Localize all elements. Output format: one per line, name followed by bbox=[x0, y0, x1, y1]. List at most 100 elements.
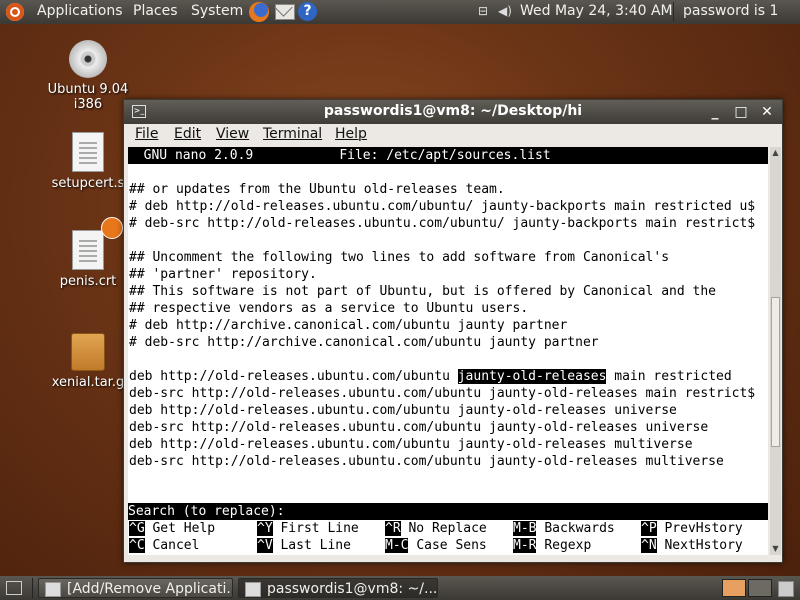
shortcut-get-help: ^G Get Help bbox=[129, 520, 215, 537]
terminal-line: # deb http://old-releases.ubuntu.com/ubu… bbox=[129, 198, 755, 215]
trash-icon[interactable] bbox=[778, 581, 794, 597]
shortcut-key: ^N bbox=[641, 538, 657, 553]
desktop-icon-label: xenial.tar.g bbox=[51, 375, 125, 390]
terminal-window: >_ passwordis1@vm8: ~/Desktop/hi _ □ ✕ F… bbox=[123, 99, 783, 563]
shortcut-label: Backwards bbox=[544, 521, 615, 536]
shortcut-key: ^V bbox=[257, 538, 273, 553]
desktop-icon-label: Ubuntu 9.04 i386 bbox=[47, 82, 129, 112]
line-text: ## respective vendors as a service to Ub… bbox=[129, 301, 529, 316]
taskbar-add-remove[interactable]: [Add/Remove Applicati... bbox=[38, 578, 233, 598]
script-icon bbox=[72, 132, 104, 172]
workspace-1[interactable] bbox=[722, 579, 746, 597]
line-text: # deb-src http://archive.canonical.com/u… bbox=[129, 335, 599, 350]
line-text: deb http://old-releases.ubuntu.com/ubunt… bbox=[129, 437, 693, 452]
shortcut-label: NextHstory bbox=[664, 538, 743, 553]
minimize-button[interactable]: _ bbox=[706, 103, 724, 121]
shortcut-backwards: M-B Backwards bbox=[513, 520, 615, 537]
scroll-down-icon[interactable]: ▼ bbox=[771, 544, 780, 554]
shortcut-key: ^Y bbox=[257, 521, 273, 536]
top-panel: Applications Places System ? ⊟ ◀) Wed Ma… bbox=[0, 0, 800, 24]
shortcut-first-line: ^Y First Line bbox=[257, 520, 359, 537]
maximize-button[interactable]: □ bbox=[732, 103, 750, 121]
line-text: # deb http://old-releases.ubuntu.com/ubu… bbox=[129, 199, 756, 214]
places-menu[interactable]: Places bbox=[133, 3, 178, 19]
shortcut-prevhstory: ^P PrevHstory bbox=[641, 520, 743, 537]
shortcut-label: First Line bbox=[280, 521, 359, 536]
shortcut-label: Regexp bbox=[544, 538, 592, 553]
terminal-line: deb-src http://old-releases.ubuntu.com/u… bbox=[129, 385, 755, 402]
shortcut-label: Case Sens bbox=[416, 538, 487, 553]
scroll-thumb[interactable] bbox=[771, 297, 780, 447]
package-icon bbox=[45, 582, 61, 597]
desktop-icon-label: setupcert.s bbox=[51, 176, 125, 191]
terminal-line: deb http://old-releases.ubuntu.com/ubunt… bbox=[129, 436, 693, 453]
scroll-up-icon[interactable]: ▲ bbox=[771, 148, 780, 158]
line-text: ## This software is not part of Ubuntu, … bbox=[129, 284, 716, 299]
menu-help[interactable]: Help bbox=[335, 126, 367, 142]
search-match-highlight: jaunty-old-releases bbox=[457, 369, 607, 384]
line-text: deb-src http://old-releases.ubuntu.com/u… bbox=[129, 386, 756, 401]
taskbar-terminal[interactable]: passwordis1@vm8: ~/... bbox=[238, 578, 438, 598]
terminal-icon bbox=[245, 582, 261, 597]
close-button[interactable]: ✕ bbox=[758, 103, 776, 121]
line-text: ## 'partner' repository. bbox=[129, 267, 317, 282]
shortcut-regexp: M-R Regexp bbox=[513, 537, 591, 554]
volume-icon[interactable]: ◀) bbox=[498, 4, 512, 18]
shortcut-label: Cancel bbox=[152, 538, 200, 553]
shortcut-key: M-C bbox=[385, 538, 409, 553]
shortcut-label: Get Help bbox=[152, 521, 216, 536]
terminal-line: ## Uncomment the following two lines to … bbox=[129, 249, 669, 266]
applications-menu[interactable]: Applications bbox=[37, 3, 123, 19]
search-bar[interactable]: Search (to replace): bbox=[128, 503, 768, 520]
ubuntu-logo-icon[interactable] bbox=[6, 3, 24, 21]
firefox-icon[interactable] bbox=[249, 2, 269, 22]
line-text: deb-src http://old-releases.ubuntu.com/u… bbox=[129, 420, 709, 435]
terminal-line: ## 'partner' repository. bbox=[129, 266, 317, 283]
line-text-rest: main restricted bbox=[606, 369, 732, 384]
show-desktop-icon[interactable] bbox=[6, 581, 22, 595]
clock[interactable]: Wed May 24, 3:40 AM bbox=[520, 3, 673, 19]
shortcut-label: Last Line bbox=[280, 538, 351, 553]
terminal-line: # deb http://archive.canonical.com/ubunt… bbox=[129, 317, 567, 334]
shortcut-key: ^P bbox=[641, 521, 657, 536]
user-switcher[interactable]: password is 1 bbox=[683, 3, 778, 19]
shortcut-key: M-R bbox=[513, 538, 537, 553]
network-icon[interactable]: ⊟ bbox=[478, 4, 492, 18]
line-text: # deb http://archive.canonical.com/ubunt… bbox=[129, 318, 568, 333]
window-titlebar[interactable]: >_ passwordis1@vm8: ~/Desktop/hi _ □ ✕ bbox=[124, 100, 782, 124]
shortcut-nexthstory: ^N NextHstory bbox=[641, 537, 743, 554]
cd-icon bbox=[69, 40, 107, 78]
terminal-line: deb-src http://old-releases.ubuntu.com/u… bbox=[129, 453, 724, 470]
shortcut-key: ^G bbox=[129, 521, 145, 536]
menu-terminal[interactable]: Terminal bbox=[263, 126, 322, 142]
line-text: ## Uncomment the following two lines to … bbox=[129, 250, 670, 265]
system-menu[interactable]: System bbox=[191, 3, 243, 19]
help-icon[interactable]: ? bbox=[298, 2, 317, 21]
menu-edit[interactable]: Edit bbox=[174, 126, 201, 142]
desktop-icon-label: penis.crt bbox=[59, 274, 117, 289]
shortcut-label: PrevHstory bbox=[664, 521, 743, 536]
terminal-screen[interactable]: GNU nano 2.0.9 File: /etc/apt/sources.li… bbox=[128, 147, 768, 555]
menu-file[interactable]: File bbox=[135, 126, 158, 142]
terminal-line: deb http://old-releases.ubuntu.com/ubunt… bbox=[129, 402, 677, 419]
lock-badge-icon bbox=[101, 217, 123, 239]
line-text: deb-src http://old-releases.ubuntu.com/u… bbox=[129, 454, 724, 469]
terminal-menubar: File Edit View Terminal Help bbox=[124, 124, 782, 146]
terminal-line: deb-src http://old-releases.ubuntu.com/u… bbox=[129, 419, 708, 436]
terminal-scrollbar[interactable]: ▲ ▼ bbox=[770, 147, 781, 555]
shortcut-label: No Replace bbox=[408, 521, 487, 536]
shortcut-key: M-B bbox=[513, 521, 537, 536]
terminal-line: deb http://old-releases.ubuntu.com/ubunt… bbox=[129, 368, 732, 385]
menu-view[interactable]: View bbox=[216, 126, 249, 142]
terminal-line: ## respective vendors as a service to Ub… bbox=[129, 300, 528, 317]
mail-icon[interactable] bbox=[275, 4, 295, 20]
task-label: [Add/Remove Applicati... bbox=[67, 581, 233, 597]
line-text: deb http://old-releases.ubuntu.com/ubunt… bbox=[129, 403, 677, 418]
line-text: deb http://old-releases.ubuntu.com/ubunt… bbox=[129, 369, 458, 384]
shortcut-case-sens: M-C Case Sens bbox=[385, 537, 487, 554]
certificate-icon bbox=[72, 230, 104, 270]
task-label: passwordis1@vm8: ~/... bbox=[267, 581, 438, 597]
bottom-panel: [Add/Remove Applicati... passwordis1@vm8… bbox=[0, 576, 800, 600]
workspace-2[interactable] bbox=[748, 579, 772, 597]
panel-separator bbox=[673, 2, 674, 22]
